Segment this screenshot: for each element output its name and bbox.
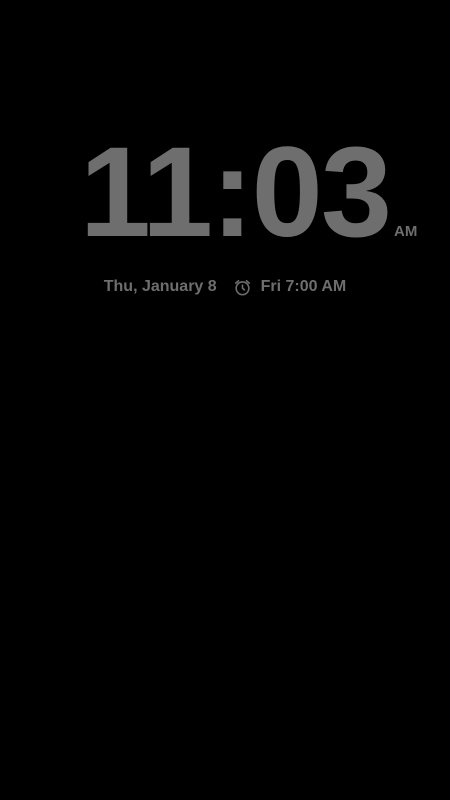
clock-time: 11:03 [79, 121, 392, 264]
digital-clock: 11:03 [0, 128, 450, 258]
clock-ampm: AM [394, 223, 418, 240]
next-alarm-label: Fri 7:00 AM [260, 278, 347, 295]
date-alarm-row: Thu, January 8 Fri 7:00 AM [0, 276, 450, 298]
alarm-clock-icon [233, 278, 252, 297]
daydream-clock-screen: 11:03 AM Thu, January 8 Fri 7:00 AM [0, 0, 450, 800]
date-label: Thu, January 8 [103, 278, 217, 295]
